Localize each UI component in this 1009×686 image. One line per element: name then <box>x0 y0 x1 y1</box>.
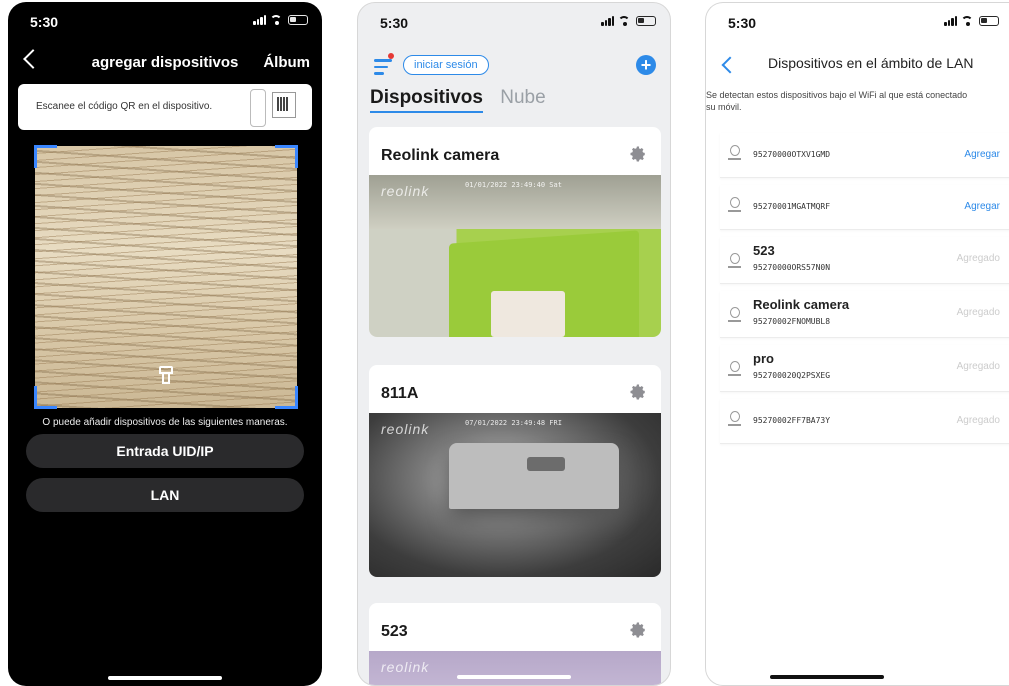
camera-preview[interactable]: reolink <box>369 651 661 685</box>
notification-dot <box>388 53 394 59</box>
qr-hint-banner: Escanee el código QR en el dispositivo. <box>18 84 312 130</box>
scan-corner <box>34 386 57 409</box>
qr-scan-viewfinder[interactable] <box>34 145 298 409</box>
device-uid: 95270000OTXV1GMD <box>753 150 831 159</box>
nav-header: agregar dispositivos Álbum <box>8 49 322 78</box>
status-bar: 5:30 <box>8 2 322 38</box>
scan-corner <box>275 386 298 409</box>
reolink-watermark: reolink <box>381 183 430 199</box>
home-indicator[interactable] <box>108 676 222 680</box>
device-name: Reolink camera <box>753 297 850 312</box>
tab-bar: Dispositivos Nube <box>370 87 558 113</box>
wifi-icon <box>962 16 974 26</box>
signal-icon <box>253 15 266 25</box>
device-uid: 95270001MGATMQRF <box>753 202 831 211</box>
lan-device-row: Reolink camera 95270002FNOMUBL8 Agregado <box>720 291 1009 338</box>
camera-timestamp: 07/01/2022 23:49:48 FRI <box>465 419 562 427</box>
battery-icon <box>636 16 656 26</box>
battery-icon <box>979 16 999 26</box>
camera-icon <box>728 145 741 160</box>
lan-device-row: 95270002FF7BA73Y Agregado <box>720 399 1009 444</box>
device-uid: 95270000ORS57N0N <box>753 263 831 272</box>
phone-add-devices-screen: 5:30 agregar dispositivos Álbum Escanee … <box>8 2 322 686</box>
status-bar: 5:30 <box>706 3 1009 39</box>
lan-device-row: 523 95270000ORS57N0N Agregado <box>720 237 1009 284</box>
gear-icon[interactable] <box>629 621 647 639</box>
gear-icon[interactable] <box>629 145 647 163</box>
device-card-title: 523 <box>381 623 408 640</box>
reolink-watermark: reolink <box>381 659 430 675</box>
album-button[interactable]: Álbum <box>263 54 310 71</box>
scan-corner <box>34 145 57 168</box>
other-ways-text: O puede añadir dispositivos de las sigui… <box>42 417 288 428</box>
wifi-icon <box>619 16 631 26</box>
device-name: pro <box>753 351 774 366</box>
lan-device-row: pro 952700020Q2PSXEG Agregado <box>720 345 1009 392</box>
home-indicator[interactable] <box>770 675 885 679</box>
added-label: Agregado <box>956 307 1000 318</box>
qr-hint-text: Escanee el código QR en el dispositivo. <box>36 101 213 112</box>
tab-cloud[interactable]: Nube <box>500 87 545 111</box>
status-bar: 5:30 <box>358 3 670 39</box>
lan-description: Se detectan estos dispositivos bajo el W… <box>706 90 968 112</box>
phone-lan-devices-screen: 5:30 Dispositivos en el ámbito de LAN Se… <box>705 2 1009 686</box>
camera-icon <box>728 307 741 322</box>
added-label: Agregado <box>956 361 1000 372</box>
device-card[interactable]: 811A reolink 07/01/2022 23:49:48 FRI <box>369 365 661 577</box>
device-card[interactable]: Reolink camera reolink 01/01/2022 23:49:… <box>369 127 661 337</box>
camera-icon <box>728 197 741 212</box>
device-uid: 95270002FNOMUBL8 <box>753 317 831 326</box>
lan-device-row[interactable]: 95270000OTXV1GMD Agregar <box>720 133 1009 178</box>
battery-icon <box>288 15 308 25</box>
flashlight-icon[interactable] <box>159 366 173 384</box>
add-button[interactable]: Agregar <box>964 201 1000 212</box>
camera-preview[interactable]: reolink 07/01/2022 23:49:48 FRI <box>369 413 661 577</box>
add-device-button[interactable]: + <box>636 55 656 75</box>
phone-devices-screen: 5:30 iniciar sesión + Dispositivos Nube … <box>357 2 671 686</box>
added-label: Agregado <box>956 415 1000 426</box>
status-time: 5:30 <box>728 15 757 31</box>
tab-devices[interactable]: Dispositivos <box>370 87 483 113</box>
device-card-title: 811A <box>381 385 419 402</box>
device-card[interactable]: 523 reolink <box>369 603 661 685</box>
wifi-icon <box>271 15 283 25</box>
scan-corner <box>275 145 298 168</box>
camera-icon <box>728 361 741 376</box>
camera-device-icon <box>250 89 266 127</box>
add-button[interactable]: Agregar <box>964 149 1000 160</box>
camera-preview[interactable]: reolink 01/01/2022 23:49:40 Sat <box>369 175 661 337</box>
gear-icon[interactable] <box>629 383 647 401</box>
page-title: Dispositivos en el ámbito de LAN <box>768 55 974 71</box>
signal-icon <box>944 16 957 26</box>
reolink-watermark: reolink <box>381 421 430 437</box>
uid-ip-entry-button[interactable]: Entrada UID/IP <box>26 434 304 468</box>
status-time: 5:30 <box>380 15 409 31</box>
device-name: 523 <box>753 243 775 258</box>
signal-icon <box>601 16 614 26</box>
login-button[interactable]: iniciar sesión <box>403 55 489 75</box>
camera-icon <box>728 411 741 426</box>
device-uid: 95270002FF7BA73Y <box>753 416 831 425</box>
lan-button[interactable]: LAN <box>26 478 304 512</box>
home-indicator[interactable] <box>457 675 571 679</box>
back-icon[interactable] <box>721 56 739 74</box>
lan-device-row[interactable]: 95270001MGATMQRF Agregar <box>720 185 1009 230</box>
qr-code-icon <box>272 92 296 118</box>
camera-timestamp: 01/01/2022 23:49:40 Sat <box>465 181 562 189</box>
device-uid: 952700020Q2PSXEG <box>753 371 831 380</box>
menu-icon[interactable] <box>374 59 392 79</box>
added-label: Agregado <box>956 253 1000 264</box>
device-card-title: Reolink camera <box>381 147 500 164</box>
camera-icon <box>728 253 741 268</box>
status-time: 5:30 <box>30 14 59 30</box>
